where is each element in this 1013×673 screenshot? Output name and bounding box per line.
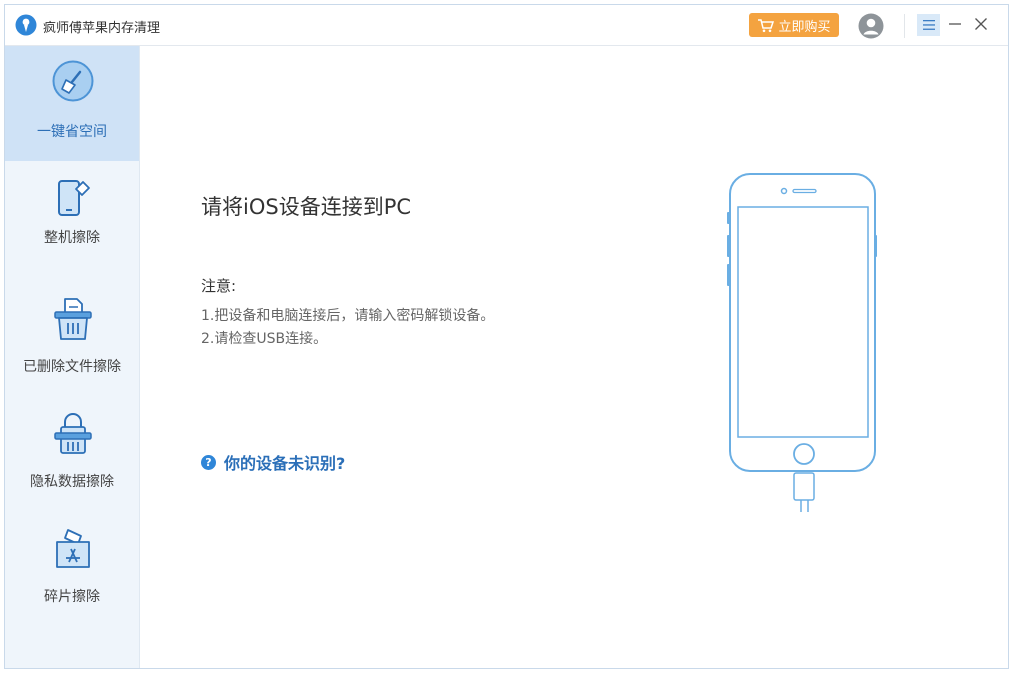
- titlebar-divider: [904, 14, 905, 38]
- sidebar-item-privacy-wipe[interactable]: 隐私数据擦除: [5, 391, 139, 506]
- broom-icon: [52, 60, 94, 102]
- sidebar-item-label: 隐私数据擦除: [30, 474, 114, 490]
- close-button[interactable]: [972, 15, 990, 33]
- app-window: 疯师傅苹果内存清理 立即购买 一键省空间 整机擦除 已删除文件擦除 隐私数据擦除…: [4, 4, 1009, 669]
- main-content: 请将iOS设备连接到PC 注意: 1.把设备和电脑连接后，请输入密码解锁设备。 …: [140, 46, 1008, 668]
- sidebar-item-label: 一键省空间: [37, 124, 107, 140]
- sidebar-item-full-wipe[interactable]: 整机擦除: [5, 161, 139, 276]
- sidebar: 一键省空间 整机擦除 已删除文件擦除 隐私数据擦除 碎片擦除: [5, 46, 140, 668]
- fragment-appstore-icon: [56, 529, 90, 568]
- trash-file-icon: [54, 298, 92, 340]
- sidebar-item-label: 已删除文件擦除: [23, 359, 121, 375]
- phone-eraser-icon: [58, 180, 90, 216]
- help-link-label: 你的设备未识别?: [224, 454, 346, 473]
- note-line: 1.把设备和电脑连接后，请输入密码解锁设备。: [201, 308, 495, 324]
- device-not-recognized-link[interactable]: ? 你的设备未识别?: [201, 450, 345, 474]
- note-label: 注意:: [201, 277, 237, 295]
- menu-button[interactable]: [917, 14, 940, 36]
- privacy-lock-icon: [54, 413, 92, 454]
- sidebar-item-deleted-file-wipe[interactable]: 已删除文件擦除: [5, 276, 139, 391]
- question-icon: ?: [201, 454, 216, 470]
- sidebar-item-one-click-space[interactable]: 一键省空间: [5, 46, 139, 161]
- user-avatar-icon[interactable]: [858, 13, 884, 39]
- iphone-illustration: [727, 173, 877, 512]
- buy-now-button[interactable]: 立即购买: [749, 13, 839, 37]
- hamburger-icon: [922, 20, 935, 30]
- note-line: 2.请检查USB连接。: [201, 331, 328, 347]
- minimize-button[interactable]: [946, 15, 964, 33]
- sidebar-item-label: 整机擦除: [44, 230, 100, 246]
- shopping-cart-icon: [758, 18, 775, 32]
- app-title: 疯师傅苹果内存清理: [43, 21, 161, 36]
- title-bar: 疯师傅苹果内存清理 立即购买: [5, 5, 1008, 46]
- sidebar-item-label: 碎片擦除: [44, 589, 100, 605]
- sidebar-item-fragment-wipe[interactable]: 碎片擦除: [5, 506, 139, 621]
- app-logo-icon: [15, 14, 37, 36]
- page-title: 请将iOS设备连接到PC: [201, 195, 412, 219]
- buy-now-label: 立即购买: [778, 19, 831, 35]
